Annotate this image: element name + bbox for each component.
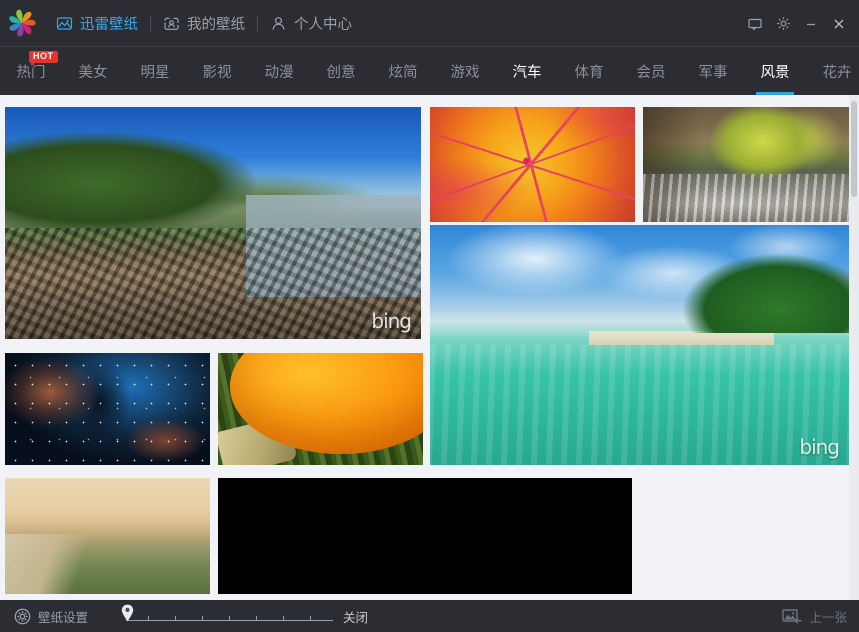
wallpaper-tile-zion-canyon[interactable]: [643, 107, 849, 222]
tab-label: 动漫: [265, 61, 294, 82]
previous-image-button[interactable]: 上一张: [782, 607, 847, 626]
previous-image-label: 上一张: [809, 607, 847, 626]
tab-2[interactable]: 明星: [124, 47, 186, 95]
tab-12[interactable]: 风景: [744, 47, 806, 95]
window-controls: [741, 0, 853, 47]
tab-label: 体育: [575, 61, 604, 82]
previous-image-icon: [782, 608, 802, 625]
tab-label: 明星: [141, 61, 170, 82]
tab-label: 会员: [637, 61, 666, 82]
wallpaper-tile-tropical-beach[interactable]: bing: [430, 225, 849, 465]
wallpaper-settings-label: 壁纸设置: [38, 607, 88, 626]
tab-9[interactable]: 体育: [558, 47, 620, 95]
nav-xunlei-wallpaper[interactable]: 迅雷壁纸: [44, 0, 150, 47]
settings-button[interactable]: [769, 9, 797, 39]
tab-label: 炫简: [389, 61, 418, 82]
category-tab-bar: 热门HOT 美女 明星 影视 动漫 创意 炫简 游戏 汽车 体育 会员 军事 风景 花卉: [0, 47, 859, 95]
nav-my-wallpaper-label: 我的壁纸: [187, 13, 245, 34]
gallery-scrollbar[interactable]: [849, 95, 859, 600]
interval-slider[interactable]: [118, 600, 333, 632]
tab-label: 创意: [327, 61, 356, 82]
tab-3[interactable]: 影视: [186, 47, 248, 95]
tab-label: 军事: [699, 61, 728, 82]
tab-10[interactable]: 会员: [620, 47, 682, 95]
message-icon: [748, 17, 762, 31]
close-icon: [832, 17, 846, 31]
map-pin-handle-icon: [121, 604, 134, 622]
tab-5[interactable]: 创意: [310, 47, 372, 95]
gallery-scrollbar-thumb[interactable]: [851, 101, 857, 197]
tab-label: 花卉: [823, 61, 852, 82]
tab-1[interactable]: 美女: [62, 47, 124, 95]
user-icon: [270, 15, 287, 32]
nav-xunlei-wallpaper-label: 迅雷壁纸: [80, 13, 138, 34]
nav-user-center-label: 个人中心: [294, 13, 352, 34]
wallpaper-tile-pumpkin[interactable]: [218, 353, 423, 465]
gear-icon: [14, 608, 31, 625]
xunlei-flower-logo-icon: [7, 8, 37, 38]
photo-giants-causeway: [5, 107, 421, 339]
minimize-button[interactable]: [797, 9, 825, 39]
app-logo: [0, 0, 44, 47]
wallpaper-tile-autumn-leaf[interactable]: [430, 107, 635, 222]
photo-zion-canyon-stream: [643, 107, 849, 222]
wallpaper-tile-giants-causeway[interactable]: bing: [5, 107, 421, 339]
tab-label: 游戏: [451, 61, 480, 82]
slider-track[interactable]: [126, 620, 333, 621]
bottom-bar: 壁纸设置 关闭 上一张: [0, 600, 859, 632]
wallpaper-settings-button[interactable]: 壁纸设置: [14, 607, 88, 626]
wallpaper-gallery: bing bing: [0, 95, 859, 600]
bing-watermark: bing: [371, 309, 411, 333]
tab-hot-badge: HOT: [29, 51, 58, 63]
wallpaper-tile-misty-meadow[interactable]: [5, 478, 210, 594]
tab-8[interactable]: 汽车: [496, 47, 558, 95]
photo-tropical-beach-boats: [430, 225, 849, 465]
tab-6[interactable]: 炫简: [372, 47, 434, 95]
feedback-button[interactable]: [741, 9, 769, 39]
close-button[interactable]: [825, 9, 853, 39]
tab-7[interactable]: 游戏: [434, 47, 496, 95]
slider-handle[interactable]: [121, 604, 134, 622]
wallpaper-tile-nebula[interactable]: [5, 353, 210, 465]
nav-user-center[interactable]: 个人中心: [258, 0, 364, 47]
tab-4[interactable]: 动漫: [248, 47, 310, 95]
tab-13[interactable]: 花卉: [806, 47, 859, 95]
my-wallpaper-icon: [163, 15, 180, 32]
wallpaper-tile-earth-from-space[interactable]: [218, 478, 632, 594]
photo-nebula-starfield: [5, 353, 210, 465]
nav-my-wallpaper[interactable]: 我的壁纸: [151, 0, 257, 47]
tab-0[interactable]: 热门HOT: [0, 47, 62, 95]
tab-11[interactable]: 军事: [682, 47, 744, 95]
primary-nav: 迅雷壁纸 我的壁纸 个人中心: [44, 0, 364, 47]
picture-icon: [56, 15, 73, 32]
minimize-icon: [804, 17, 818, 31]
photo-earth-from-space: [218, 478, 632, 594]
photo-misty-meadow-sunrise: [5, 478, 210, 594]
photo-orange-pumpkin: [218, 353, 423, 465]
tab-label: 汽车: [513, 61, 542, 82]
tab-label: 美女: [79, 61, 108, 82]
photo-autumn-leaf-macro: [430, 107, 635, 222]
slider-value-label: 关闭: [343, 607, 368, 626]
tab-label: 风景: [761, 61, 790, 82]
bing-watermark: bing: [799, 435, 839, 459]
gear-icon: [776, 16, 791, 31]
title-bar: 迅雷壁纸 我的壁纸 个人中心: [0, 0, 859, 47]
tab-label: 影视: [203, 61, 232, 82]
